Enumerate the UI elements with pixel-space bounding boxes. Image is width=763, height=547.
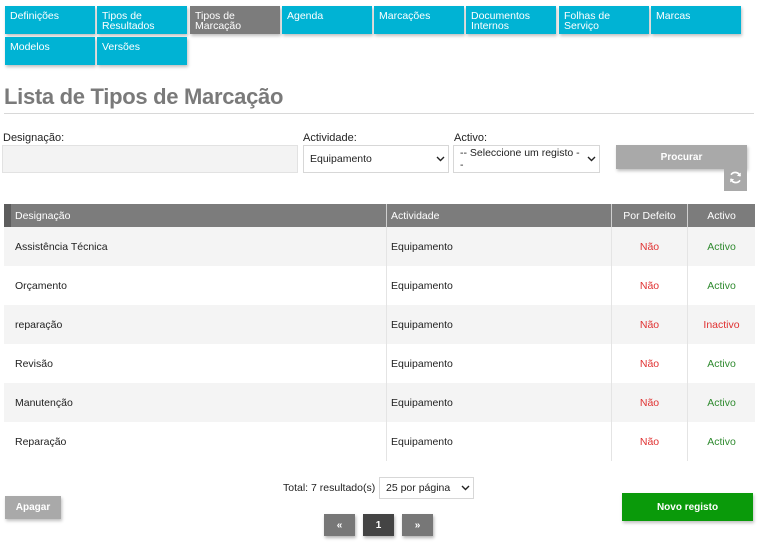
column-header-por-defeito[interactable]: Por Defeito <box>612 204 687 227</box>
column-divider <box>386 422 387 461</box>
cell-por-defeito: Não <box>639 240 660 253</box>
cell-activo: Activo <box>707 396 736 409</box>
column-header-designacao[interactable]: Designação <box>15 204 385 227</box>
tab-versoes[interactable]: Versões <box>97 37 187 65</box>
page-size-select[interactable]: 25 por página <box>379 477 474 499</box>
activo-select[interactable]: -- Seleccione um registo -- <box>453 145 600 173</box>
cell-designacao: Revisão <box>15 357 53 370</box>
page-size-value: 25 por página <box>386 482 451 494</box>
tab-marcas[interactable]: Marcas <box>651 6 741 34</box>
results-table: Designação Actividade Por Defeito Activo… <box>4 204 755 461</box>
previous-page-button[interactable]: « <box>324 514 355 536</box>
tab-marcacoes[interactable]: Marcações <box>374 6 464 34</box>
actividade-select[interactable]: Equipamento <box>303 145 449 173</box>
next-page-button[interactable]: » <box>402 514 433 536</box>
cell-designacao: Assistência Técnica <box>15 240 108 253</box>
cell-activo: Activo <box>707 357 736 370</box>
table-row[interactable]: Revisão Equipamento Não Activo <box>4 344 755 383</box>
tab-documentos-internos[interactable]: Documentos Internos <box>466 6 556 34</box>
chevron-down-icon <box>457 483 473 493</box>
cell-por-defeito: Não <box>639 318 660 331</box>
procurar-button[interactable]: Procurar <box>616 145 747 169</box>
actividade-label: Actividade: <box>303 132 357 144</box>
cell-designacao: Orçamento <box>15 279 67 292</box>
tab-agenda[interactable]: Agenda <box>282 6 372 34</box>
title-divider <box>4 113 754 114</box>
cell-designacao: Reparação <box>15 435 67 448</box>
cell-activo: Activo <box>707 435 736 448</box>
apagar-button[interactable]: Apagar <box>5 496 61 519</box>
column-divider <box>386 305 387 344</box>
cell-por-defeito: Não <box>639 279 660 292</box>
total-results: Total: 7 resultado(s) <box>283 482 376 494</box>
table-row[interactable]: reparação Equipamento Não Inactivo <box>4 305 755 344</box>
tab-folhas-de-servico[interactable]: Folhas de Serviço <box>559 6 649 34</box>
cell-actividade: Equipamento <box>391 318 453 331</box>
page-1-button[interactable]: 1 <box>363 514 394 536</box>
column-divider <box>386 344 387 383</box>
chevron-down-icon <box>432 154 448 164</box>
activo-label: Activo: <box>454 132 488 144</box>
tab-definicoes[interactable]: Definições <box>5 6 95 34</box>
table-header: Designação Actividade Por Defeito Activo <box>4 204 755 227</box>
cell-actividade: Equipamento <box>391 240 453 253</box>
column-divider <box>386 383 387 422</box>
column-header-activo[interactable]: Activo <box>688 204 755 227</box>
column-divider <box>386 204 387 227</box>
table-row[interactable]: Manutenção Equipamento Não Activo <box>4 383 755 422</box>
cell-actividade: Equipamento <box>391 435 453 448</box>
designacao-label: Designação: <box>3 132 65 144</box>
table-row[interactable]: Reparação Equipamento Não Activo <box>4 422 755 461</box>
cell-actividade: Equipamento <box>391 357 453 370</box>
activo-select-value: -- Seleccione um registo -- <box>460 147 580 171</box>
column-divider <box>386 266 387 305</box>
page-title: Lista de Tipos de Marcação <box>4 84 284 109</box>
tab-tipos-de-resultados[interactable]: Tipos de Resultados <box>97 6 187 34</box>
chevron-down-icon <box>583 154 599 164</box>
cell-por-defeito: Não <box>639 435 660 448</box>
refresh-button[interactable] <box>724 169 747 191</box>
refresh-icon <box>728 170 743 190</box>
cell-por-defeito: Não <box>639 396 660 409</box>
novo-registo-button[interactable]: Novo registo <box>622 493 753 521</box>
tab-tipos-de-marcacao[interactable]: Tipos de Marcação <box>190 6 280 34</box>
cell-activo: Activo <box>707 240 736 253</box>
cell-activo: Inactivo <box>703 318 740 331</box>
designacao-input[interactable] <box>2 145 298 173</box>
table-row[interactable]: Assistência Técnica Equipamento Não Acti… <box>4 227 755 266</box>
table-row[interactable]: Orçamento Equipamento Não Activo <box>4 266 755 305</box>
cell-actividade: Equipamento <box>391 396 453 409</box>
column-divider <box>386 227 387 266</box>
cell-actividade: Equipamento <box>391 279 453 292</box>
actividade-select-value: Equipamento <box>310 153 372 165</box>
tab-modelos[interactable]: Modelos <box>5 37 95 65</box>
cell-por-defeito: Não <box>639 357 660 370</box>
cell-designacao: Manutenção <box>15 396 73 409</box>
header-edge <box>4 204 11 227</box>
cell-designacao: reparação <box>15 318 63 331</box>
column-header-actividade[interactable]: Actividade <box>391 204 611 227</box>
cell-activo: Activo <box>707 279 736 292</box>
